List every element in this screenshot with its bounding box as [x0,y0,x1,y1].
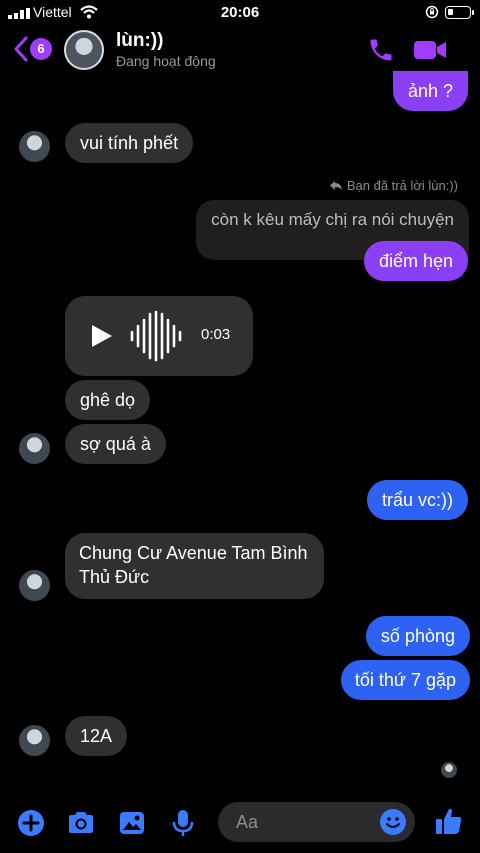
image-icon[interactable] [117,808,147,838]
microphone-icon[interactable] [168,808,198,838]
reply-indicator: Bạn đã trả lời lùn:)) [329,178,458,193]
sender-avatar[interactable] [19,570,50,601]
thumbs-up-icon[interactable] [434,806,464,836]
camera-icon[interactable] [66,808,96,838]
rotation-lock-icon [425,5,439,19]
message-incoming[interactable]: ghê dọ [65,380,151,420]
contact-avatar[interactable] [64,30,104,70]
sender-avatar[interactable] [19,433,50,464]
message-incoming[interactable]: sợ quá à [65,424,166,464]
emoji-icon[interactable] [379,808,407,836]
composer-bar: Aa [0,796,480,853]
waveform-icon [130,310,182,362]
reply-note-text: Bạn đã trả lời lùn:)) [346,178,458,193]
video-icon[interactable] [412,38,448,62]
reply-icon [330,181,343,190]
message-incoming[interactable]: Chung Cư Avenue Tam Bình Thủ Đức [65,533,324,599]
plus-icon[interactable] [16,808,46,838]
clock: 20:06 [220,4,260,21]
message-line: Chung Cư Avenue Tam Bình [79,543,308,563]
message-line: Thủ Đức [79,567,150,587]
seen-avatar [441,762,457,778]
message-outgoing[interactable]: ảnh ? [392,71,468,111]
voice-duration: 0:03 [201,326,231,343]
back-button[interactable]: 6 [14,36,54,64]
sender-avatar[interactable] [19,131,50,162]
contact-name[interactable]: lùn:)) [116,30,163,52]
phone-icon[interactable] [367,36,395,64]
message-input-placeholder: Aa [236,812,259,832]
battery-icon [445,6,474,19]
back-chevron-icon [14,36,28,62]
status-bar: Viettel 20:06 [0,0,480,26]
voice-message[interactable]: 0:03 [65,296,253,376]
unread-count-badge: 6 [30,38,52,60]
contact-status: Đang hoạt động [116,53,216,69]
message-incoming[interactable]: 12A [65,716,128,756]
message-outgoing[interactable]: tối thứ 7 gặp [340,660,470,700]
sender-avatar[interactable] [19,725,50,756]
message-outgoing[interactable]: số phòng [365,616,470,656]
message-outgoing[interactable]: điểm hẹn [363,241,468,281]
message-incoming[interactable]: vui tính phết [65,123,194,163]
message-input[interactable]: Aa [218,802,415,842]
play-icon[interactable] [89,324,113,348]
message-outgoing[interactable]: trẩu vc:)) [366,480,468,520]
chat-header: 6 lùn:)) Đang hoạt động [0,26,480,74]
